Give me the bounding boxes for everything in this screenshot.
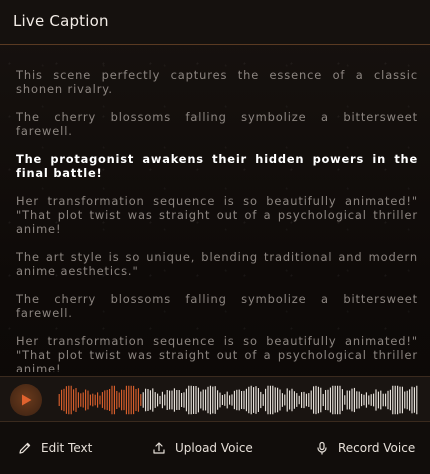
transcript-paragraph: Her transformation sequence is so beauti… [16, 194, 418, 236]
upload-voice-label: Upload Voice [175, 441, 253, 455]
pencil-icon [18, 441, 32, 455]
transcript: This scene perfectly captures the essenc… [16, 68, 418, 372]
transcript-paragraph: The cherry blossoms falling symbolize a … [16, 110, 418, 138]
edit-text-button[interactable]: Edit Text [18, 439, 92, 457]
toolbar: Edit Text Upload Voice Record Voice [0, 422, 430, 474]
waveform[interactable] [58, 385, 418, 415]
upload-icon [152, 441, 166, 455]
page-title: Live Caption [13, 12, 109, 30]
transcript-paragraph: Her transformation sequence is so beauti… [16, 334, 418, 372]
transcript-paragraph: This scene perfectly captures the essenc… [16, 68, 418, 96]
header: Live Caption [0, 0, 430, 45]
transcript-paragraph: The cherry blossoms falling symbolize a … [16, 292, 418, 320]
record-voice-button[interactable]: Record Voice [315, 439, 415, 457]
play-icon [22, 394, 32, 406]
record-voice-label: Record Voice [338, 441, 416, 455]
audio-player [0, 376, 430, 422]
play-button[interactable] [10, 384, 42, 416]
live-caption-app: Live Caption This scene perfectly captur… [0, 0, 430, 474]
upload-voice-button[interactable]: Upload Voice [152, 439, 253, 457]
microphone-icon [315, 441, 329, 455]
transcript-paragraph: The art style is so unique, blending tra… [16, 250, 418, 278]
transcript-paragraph-active: The protagonist awakens their hidden pow… [16, 152, 418, 180]
edit-text-label: Edit Text [41, 441, 93, 455]
